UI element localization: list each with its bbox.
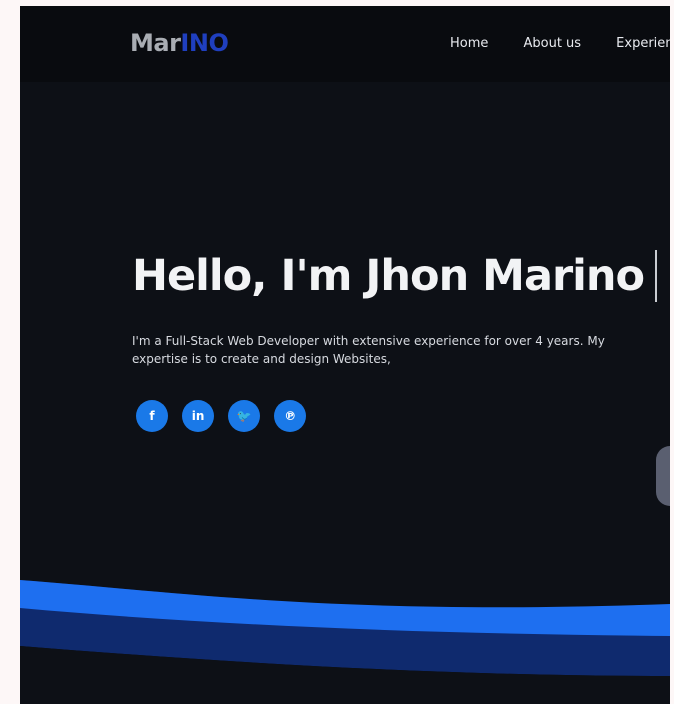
twitter-icon: 🐦 xyxy=(236,409,252,423)
logo-part-2: INO xyxy=(180,29,229,57)
hero-title: Hello, I'm Jhon Marino xyxy=(132,251,645,301)
facebook-link[interactable]: f xyxy=(136,400,168,432)
pinterest-icon: ℗ xyxy=(284,409,297,423)
nav-home-link[interactable]: Home xyxy=(450,34,488,54)
logo-part-1: Mar xyxy=(130,29,181,57)
linkedin-icon: in xyxy=(191,409,205,423)
wave-decoration xyxy=(20,580,670,704)
page-frame: MarINO Home About us Experience Hello, I… xyxy=(20,6,670,704)
social-links: f in 🐦 ℗ xyxy=(136,400,315,432)
pinterest-link[interactable]: ℗ xyxy=(274,400,307,432)
typing-cursor xyxy=(655,250,657,302)
twitter-link[interactable]: 🐦 xyxy=(228,400,261,432)
nav-about-link[interactable]: About us xyxy=(523,34,581,54)
logo[interactable]: MarINO xyxy=(130,28,229,58)
hero-description: I'm a Full-Stack Web Developer with exte… xyxy=(132,334,605,366)
navbar: MarINO Home About us Experience xyxy=(20,6,670,82)
facebook-icon: f xyxy=(149,409,155,423)
linkedin-link[interactable]: in xyxy=(182,400,215,432)
nav-experience-link[interactable]: Experience xyxy=(616,34,670,54)
nav-links: Home About us Experience xyxy=(450,32,670,52)
